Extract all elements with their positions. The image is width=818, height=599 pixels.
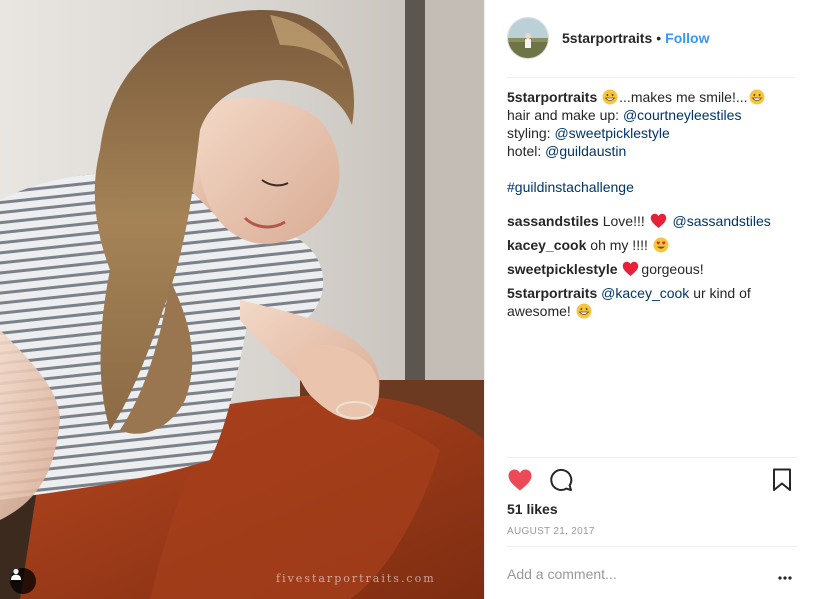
mention-link[interactable]: @sassandstiles [673,213,771,229]
likes-count[interactable]: 51 likes [507,501,558,517]
caption-line-1: 5starportraits ...makes me smile!... [507,88,797,106]
caption-line-blank [507,160,797,178]
user-tag-icon[interactable] [10,568,36,594]
add-comment-divider [507,546,797,547]
post-actions [507,468,797,494]
portrait-illustration [0,0,484,599]
post-date: AUGUST 21, 2017 [507,526,595,537]
mention-link[interactable]: @sweetpicklestyle [554,125,669,141]
hashtag-link[interactable]: #guildinstachallenge [507,179,634,195]
caption-username[interactable]: 5starportraits [507,89,597,105]
comment-item: 5starportraits @kacey_cook ur kind of aw… [507,284,797,320]
avatar-image [508,18,548,58]
header-username[interactable]: 5starportraits [562,30,652,46]
caption-line-4-text: hotel: [507,143,546,159]
post-photo[interactable]: fivestarportraits.com [0,0,484,599]
bookmark-glyph [773,468,791,491]
comments-list: 5starportraits ...makes me smile!... hai… [507,88,797,326]
grinning-emoji-icon [576,303,592,319]
more-dots-icon[interactable] [778,567,792,585]
more-dots-glyph [778,576,792,580]
photo-watermark: fivestarportraits.com [276,572,436,585]
mention-link[interactable]: @guildaustin [545,143,626,159]
mention-link[interactable]: @courtneyleestiles [623,107,742,123]
caption-line-hashtag: #guildinstachallenge [507,178,797,196]
post-header: 5starportraits • Follow [507,17,795,78]
comment-item: kacey_cook oh my !!!! [507,236,797,254]
follow-button[interactable]: Follow [665,30,709,46]
heart-emoji-icon [623,261,639,276]
mention-link[interactable]: @kacey_cook [601,285,689,301]
comment-username[interactable]: 5starportraits [507,285,597,301]
grinning-emoji-icon [749,89,765,105]
comment-username[interactable]: sassandstiles [507,213,599,229]
actions-divider [507,457,797,458]
header-separator: • [656,30,662,46]
comment-item: sassandstiles Love!!! @sassandstiles [507,212,797,230]
caption-line-4: hotel: @guildaustin [507,142,797,160]
like-heart-glyph [508,469,532,491]
comment-username[interactable]: kacey_cook [507,237,586,253]
grinning-emoji-icon [602,89,618,105]
heart-eyes-emoji-icon [653,237,669,253]
comment-username[interactable]: sweetpicklestyle [507,261,618,277]
caption-line-1-text: ...makes me smile!... [619,89,748,105]
caption-line-3: styling: @sweetpicklestyle [507,124,797,142]
caption-line-2: hair and make up: @courtneyleestiles [507,106,797,124]
add-comment-input[interactable] [507,563,757,585]
user-tag-glyph [11,568,21,580]
comment-text: Love!!! [602,213,649,229]
comment-text: gorgeous! [641,261,704,277]
caption-line-3-text: styling: [507,125,555,141]
heart-emoji-icon [650,213,666,228]
comment-bubble-icon[interactable] [549,468,573,497]
heart-icon[interactable] [507,468,533,497]
bookmark-icon[interactable] [772,468,792,497]
avatar[interactable] [507,17,549,59]
caption-line-2-text: hair and make up: [507,107,623,123]
comment-bubble-glyph [550,469,573,491]
comment-text: oh my !!!! [590,237,652,253]
post-caption: 5starportraits ...makes me smile!... hai… [507,88,797,196]
post-details-panel: 5starportraits • Follow 5starportraits .… [484,0,818,599]
comment-item: sweetpicklestyle gorgeous! [507,260,797,278]
